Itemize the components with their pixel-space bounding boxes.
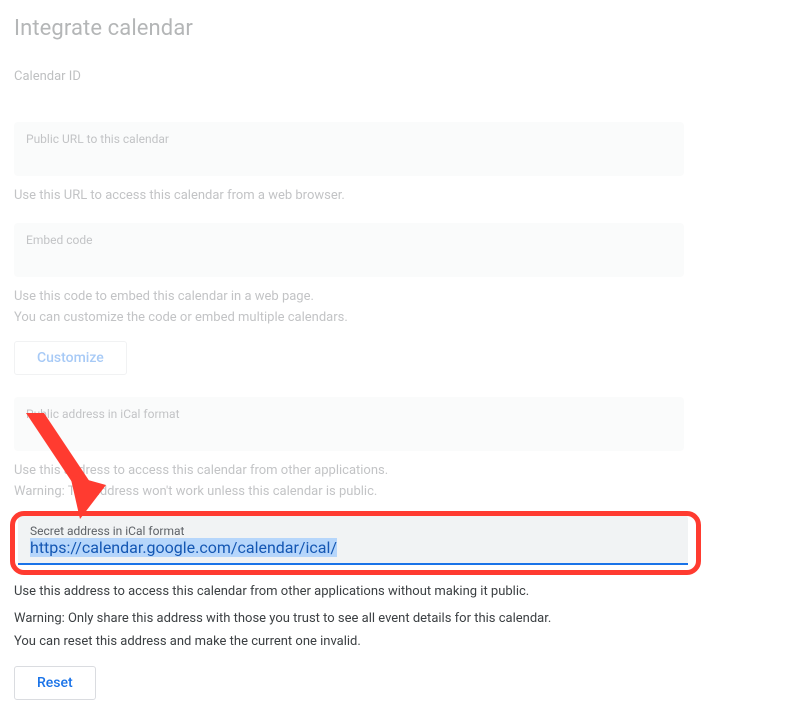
reset-button[interactable]: Reset: [14, 666, 96, 700]
embed-help-2: You can customize the code or embed mult…: [14, 308, 796, 327]
customize-button[interactable]: Customize: [14, 341, 127, 375]
embed-code-label: Embed code: [26, 233, 672, 247]
public-url-label: Public URL to this calendar: [26, 132, 672, 146]
public-ical-field[interactable]: Public address in iCal format: [14, 397, 684, 451]
public-url-field[interactable]: Public URL to this calendar: [14, 122, 684, 176]
public-ical-help-2: Warning: The address won't work unless t…: [14, 482, 796, 501]
secret-ical-label: Secret address in iCal format: [30, 524, 676, 538]
calendar-id-label: Calendar ID: [14, 69, 796, 84]
secret-ical-help-3: You can reset this address and make the …: [14, 631, 796, 652]
public-ical-label: Public address in iCal format: [26, 407, 672, 421]
secret-ical-help-2: Warning: Only share this address with th…: [14, 608, 796, 629]
public-ical-help-1: Use this address to access this calendar…: [14, 461, 796, 480]
section-title: Integrate calendar: [14, 16, 796, 41]
secret-ical-help-1: Use this address to access this calendar…: [14, 581, 796, 602]
secret-ical-field[interactable]: Secret address in iCal format https://ca…: [18, 515, 688, 565]
public-url-help: Use this URL to access this calendar fro…: [14, 186, 796, 205]
secret-ical-value[interactable]: https://calendar.google.com/calendar/ica…: [30, 538, 337, 557]
secret-ical-underline: [18, 563, 688, 565]
embed-code-field[interactable]: Embed code: [14, 223, 684, 277]
embed-help-1: Use this code to embed this calendar in …: [14, 287, 796, 306]
